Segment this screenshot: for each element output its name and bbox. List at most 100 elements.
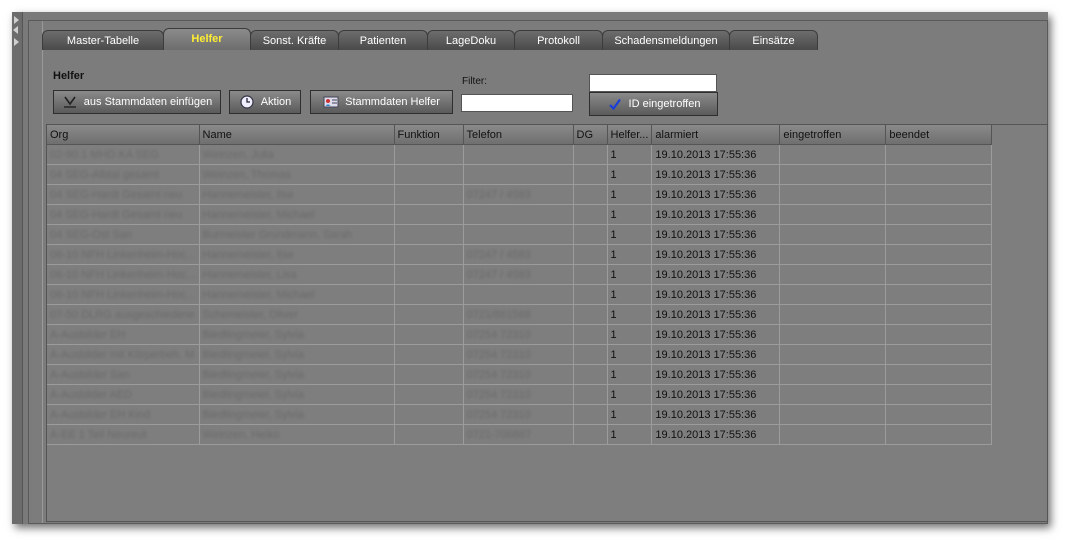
tab-protokoll[interactable]: Protokoll — [514, 30, 603, 50]
expand-arrow-icon[interactable] — [14, 38, 19, 46]
table-cell — [779, 384, 887, 405]
column-header[interactable]: Org — [47, 125, 200, 145]
table-cell: 04 SEG-Hardt Gesamt neu — [47, 204, 200, 225]
table-row[interactable]: 04 SEG-Albtal gesamt Weinzen, Thomas 1 19.1… — [47, 164, 993, 185]
table-cell: Weinzen, Heiko — [199, 424, 395, 445]
action-button[interactable]: Aktion — [229, 90, 301, 114]
table-cell — [885, 304, 993, 325]
tab-patienten[interactable]: Patienten — [338, 30, 428, 50]
table-cell — [885, 344, 993, 365]
table-cell — [885, 284, 993, 305]
table-cell — [463, 164, 574, 185]
expand-arrow-icon[interactable] — [14, 16, 19, 24]
table-cell — [885, 404, 993, 425]
table-cell — [394, 424, 464, 445]
table-cell — [779, 404, 887, 425]
table-cell: Hannemeister, Michael — [199, 284, 395, 305]
table-cell — [779, 264, 887, 285]
table-cell — [394, 404, 464, 425]
table-row[interactable]: A-EE 1 Teil Neureut Weinzen, Heiko 0721-70… — [47, 424, 993, 445]
table-cell: 1 — [607, 264, 653, 285]
table-cell: 1 — [607, 144, 653, 165]
table-row[interactable]: 04 SEG-Hardt Gesamt neu Hannemeister, Ils… — [47, 184, 993, 205]
column-header[interactable]: beendet — [885, 125, 993, 145]
table-row[interactable]: A-Ausbilder AED Biedlingmeier, Sylvia 0725… — [47, 384, 993, 405]
table-cell: Biedlingmeier, Sylvia — [199, 404, 395, 425]
table-cell: 1 — [607, 184, 653, 205]
table-cell: Hannemeister, Ilse — [199, 244, 395, 265]
table-cell — [463, 224, 574, 245]
table-row[interactable]: 02-90.1 MHD KA SEG Weinzen, Julia 1 19.10.2… — [47, 144, 993, 165]
table-row[interactable]: 06-10 NFH Linkenheim-Hoc... Hannemeister,… — [47, 264, 993, 285]
table-cell — [885, 264, 993, 285]
side-collapse-strip[interactable] — [12, 12, 23, 524]
tab-einsätze[interactable]: Einsätze — [729, 30, 818, 50]
collapse-arrow-icon[interactable] — [13, 26, 18, 34]
table-cell: 1 — [607, 324, 653, 345]
table-cell: 1 — [607, 304, 653, 325]
table-cell — [885, 204, 993, 225]
tab-master-tabelle[interactable]: Master-Tabelle — [42, 30, 164, 50]
column-header[interactable]: Telefon — [463, 125, 574, 145]
column-header[interactable]: alarmiert — [651, 125, 781, 145]
table-cell — [885, 424, 993, 445]
table-cell: A-Ausbilder AED — [47, 384, 200, 405]
filter-input[interactable] — [461, 94, 573, 112]
table-cell — [779, 344, 887, 365]
import-arrow-icon — [62, 95, 78, 109]
table-cell — [779, 284, 887, 305]
tab-sonst-kräfte[interactable]: Sonst. Kräfte — [250, 30, 339, 50]
column-header[interactable]: Funktion — [394, 125, 464, 145]
table-cell — [394, 244, 464, 265]
table-row[interactable]: 06-10 NFH Linkenheim-Hoc... Hannemeister,… — [47, 244, 993, 265]
table-row[interactable]: 07-50 DLRG ausgeschiedene Schemeister, Ol… — [47, 304, 993, 325]
table-cell — [885, 184, 993, 205]
import-from-masterdata-button[interactable]: aus Stammdaten einfügen — [53, 90, 221, 114]
table-cell: 19.10.2013 17:55:36 — [651, 164, 781, 185]
table-cell — [885, 324, 993, 345]
tab-schadensmeldungen[interactable]: Schadensmeldungen — [602, 30, 730, 50]
table-row[interactable]: 04 SEG-Hardt Gesamt neu Hannemeister, Mic… — [47, 204, 993, 225]
table-cell: A-EE 1 Teil Neureut — [47, 424, 200, 445]
table-row[interactable]: 04 SEG-Ost San Burmeister Grundmann, Sara… — [47, 224, 993, 245]
table-cell — [573, 224, 608, 245]
column-header[interactable]: DG — [573, 125, 608, 145]
tab-lagedoku[interactable]: LageDoku — [427, 30, 515, 50]
table-cell — [573, 364, 608, 385]
table-row[interactable]: A-Ausbilder EH Kind Biedlingmeier, Sylvia… — [47, 404, 993, 425]
table-cell — [779, 144, 887, 165]
table-cell: Hannemeister, Michael — [199, 204, 395, 225]
masterdata-helper-button[interactable]: Stammdaten Helfer — [310, 90, 453, 114]
column-header[interactable]: eingetroffen — [779, 125, 887, 145]
masterdata-label: Stammdaten Helfer — [345, 96, 440, 108]
table-cell: 1 — [607, 424, 653, 445]
table-cell: Biedlingmeier, Sylvia — [199, 364, 395, 385]
helper-grid: Org Name Funktion Telefon DG Helfer... alarmie… — [46, 124, 1048, 522]
table-cell — [394, 164, 464, 185]
table-cell: Weinzen, Julia — [199, 144, 395, 165]
table-cell: A-Ausbilder mit Körperbeh. M — [47, 344, 200, 365]
table-cell: 1 — [607, 224, 653, 245]
panel-divider — [42, 21, 43, 523]
table-row[interactable]: A-Ausbilder mit Körperbeh. M Biedlingmeie… — [47, 344, 993, 365]
table-row[interactable]: A-Ausbilder EH Biedlingmeier, Sylvia 07254… — [47, 324, 993, 345]
table-cell — [779, 224, 887, 245]
table-cell: 07254 72310 — [463, 364, 574, 385]
table-cell — [573, 184, 608, 205]
table-cell — [885, 224, 993, 245]
id-arrived-button[interactable]: ID eingetroffen — [589, 92, 718, 116]
table-cell — [573, 344, 608, 365]
section-title: Helfer — [53, 70, 85, 82]
table-cell — [573, 264, 608, 285]
person-card-icon — [323, 95, 339, 109]
table-row[interactable]: A-Ausbilder San Biedlingmeier, Sylvia 0725… — [47, 364, 993, 385]
table-row[interactable]: 06-10 NFH Linkenheim-Hoc... Hannemeister,… — [47, 284, 993, 305]
table-cell: Schemeister, Oliver — [199, 304, 395, 325]
table-cell — [885, 144, 993, 165]
id-input[interactable] — [589, 74, 717, 92]
table-cell: 07-50 DLRG ausgeschiedene — [47, 304, 200, 325]
column-header[interactable]: Name — [199, 125, 395, 145]
table-cell: A-Ausbilder San — [47, 364, 200, 385]
column-header[interactable]: Helfer... — [607, 125, 653, 145]
tab-helfer[interactable]: Helfer — [163, 28, 251, 50]
